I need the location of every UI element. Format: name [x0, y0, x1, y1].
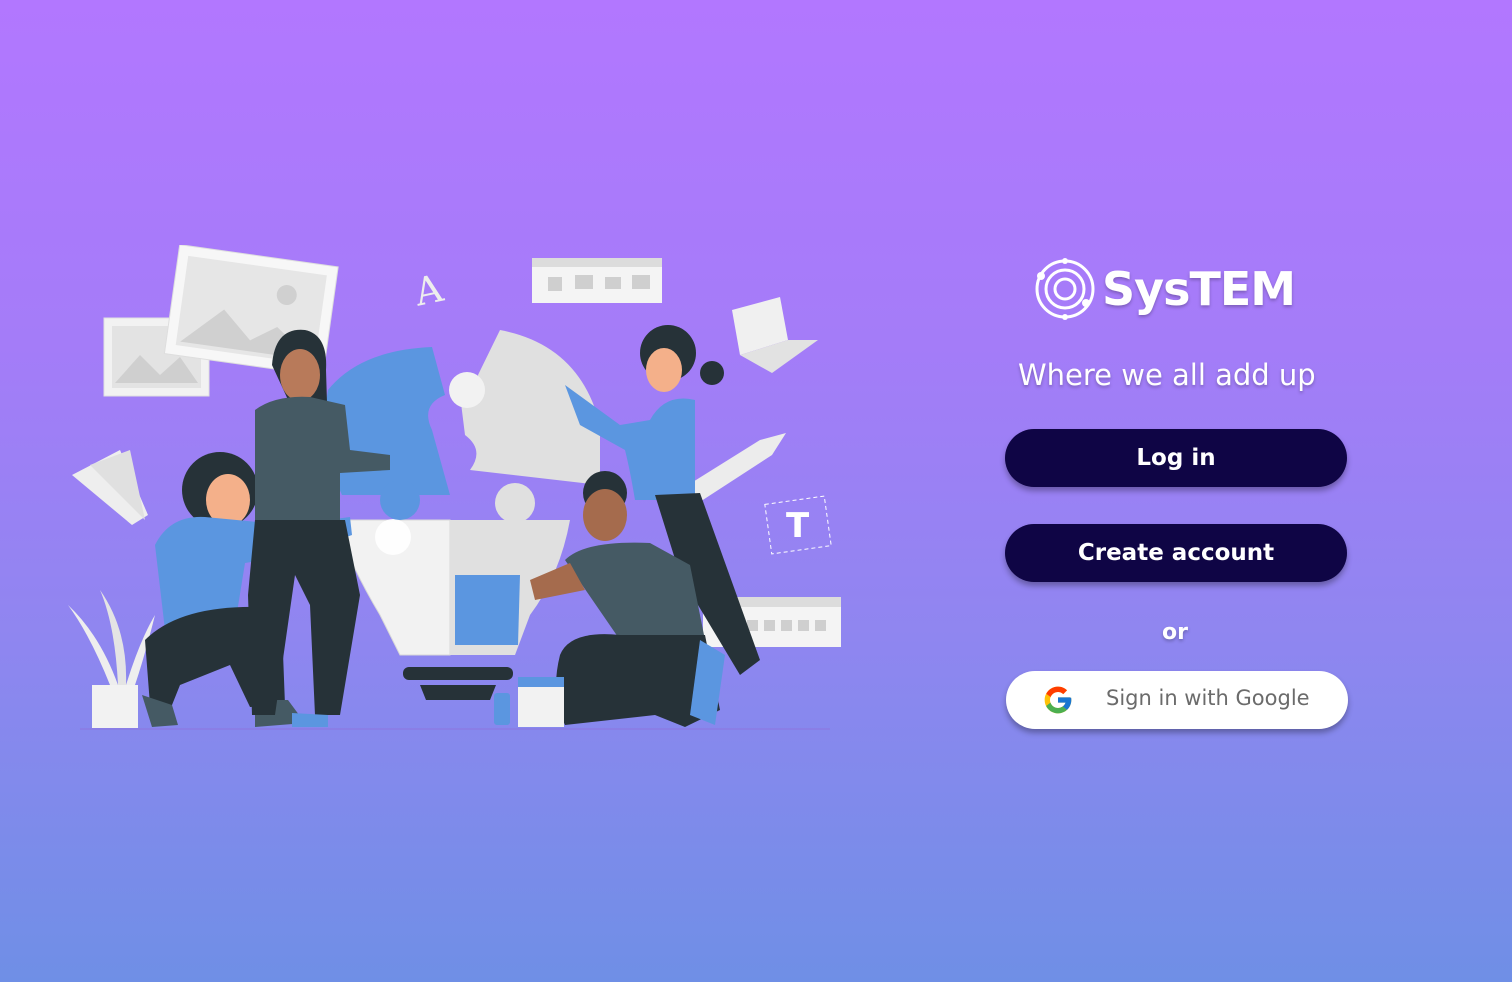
- or-separator: or: [1162, 620, 1188, 645]
- brand-name: SysTEM: [1102, 262, 1296, 316]
- swatch-bar-top: [532, 258, 662, 303]
- paint-pots: [494, 677, 564, 727]
- brand-logo: SysTEM: [1032, 256, 1296, 322]
- google-g-icon: [1044, 686, 1072, 714]
- google-signin-button[interactable]: Sign in with Google: [1006, 671, 1348, 729]
- login-button-label: Log in: [1136, 445, 1216, 471]
- create-account-button[interactable]: Create account: [1005, 524, 1347, 582]
- puzzle-pieces: [325, 330, 600, 520]
- laptop-decoration: [732, 297, 818, 373]
- letter-a-decoration: A: [410, 266, 448, 315]
- login-button[interactable]: Log in: [1005, 429, 1347, 487]
- svg-text:T: T: [786, 506, 810, 546]
- plant-decoration: [68, 590, 155, 730]
- orbit-circles-icon: [1035, 258, 1095, 320]
- color-swatch-fan: [72, 450, 148, 525]
- create-account-button-label: Create account: [1077, 540, 1275, 566]
- google-signin-label: Sign in with Google: [1106, 686, 1310, 710]
- teamwork-illustration: A T: [68, 245, 841, 730]
- text-tool-decoration: T: [764, 495, 832, 555]
- tagline: Where we all add up: [1018, 358, 1316, 392]
